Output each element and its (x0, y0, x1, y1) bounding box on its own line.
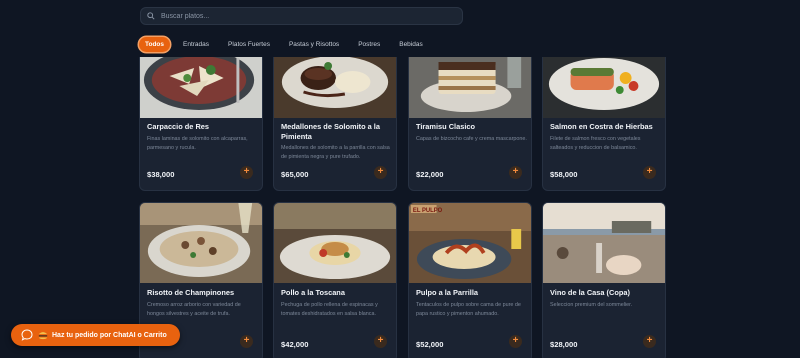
dish-image (274, 57, 396, 118)
tab-platos-fuertes[interactable]: Platos Fuertes (222, 37, 276, 52)
add-to-cart-button[interactable]: + (509, 335, 522, 348)
category-tabs: Todos Entradas Platos Fuertes Pastas y R… (139, 36, 429, 53)
dish-description: Pechuga de pollo rellena de espinacas y … (281, 302, 378, 317)
dish-card[interactable]: Carpaccio de Res Finas laminas de solomi… (139, 57, 263, 191)
dish-description: Tentaculos de pulpo sobre cama de pure d… (416, 302, 521, 317)
search-bar[interactable] (140, 7, 463, 25)
add-to-cart-button[interactable]: + (643, 335, 656, 348)
dish-image (274, 203, 396, 283)
dish-image (140, 57, 262, 118)
dish-description: Cremoso arroz arborio con variedad de ho… (147, 302, 241, 317)
dish-name: Carpaccio de Res (147, 122, 210, 131)
add-to-cart-button[interactable]: + (509, 166, 522, 179)
chat-order-button[interactable]: Haz tu pedido por ChatAI o Carrito (11, 324, 180, 346)
dish-image: EL PULPO (409, 203, 531, 283)
dish-description: Finas laminas de solomito con alcaparras… (147, 136, 248, 151)
dish-image (140, 203, 262, 283)
tab-postres[interactable]: Postres (352, 37, 386, 52)
food-icon (38, 332, 48, 340)
dish-name: Vino de la Casa (Copa) (550, 288, 630, 297)
dish-name: Pollo a la Toscana (281, 288, 345, 297)
dish-price: $28,000 (550, 340, 578, 349)
dish-card[interactable]: Tiramisu Clasico Capas de bizcocho cafe … (408, 57, 532, 191)
chat-order-label: Haz tu pedido por ChatAI o Carrito (52, 331, 167, 339)
dish-description: Capas de bizcocho cafe y crema mascarpon… (416, 136, 527, 142)
add-to-cart-button[interactable]: + (374, 166, 387, 179)
dish-description: Seleccion premium del sommelier. (550, 302, 633, 308)
tab-bebidas[interactable]: Bebidas (393, 37, 429, 52)
add-to-cart-button[interactable]: + (374, 335, 387, 348)
dish-name: Risotto de Champinones (147, 288, 235, 297)
dish-price: $42,000 (281, 340, 309, 349)
add-to-cart-button[interactable]: + (240, 166, 253, 179)
dish-card[interactable]: Pollo a la Toscana Pechuga de pollo rell… (273, 202, 397, 358)
tab-pastas-risottos[interactable]: Pastas y Risottos (283, 37, 345, 52)
search-input[interactable] (161, 12, 441, 20)
dish-card[interactable]: Medallones de Solomito a la Pimienta Med… (273, 57, 397, 191)
dish-price: $52,000 (416, 340, 444, 349)
dish-image (543, 203, 665, 283)
tab-entradas[interactable]: Entradas (177, 37, 215, 52)
dish-name: Pulpo a la Parrilla (416, 288, 479, 297)
dish-price: $22,000 (416, 170, 444, 179)
dish-card[interactable]: Salmon en Costra de Hierbas Filete de sa… (542, 57, 666, 191)
dish-image (409, 57, 531, 118)
menu-grid: Carpaccio de Res Finas laminas de solomi… (139, 57, 667, 358)
dish-price: $65,000 (281, 170, 309, 179)
pulpo-sign: EL PULPO (413, 208, 443, 214)
dish-name: Medallones de Solomito a la Pimienta (281, 122, 380, 141)
dish-name: Tiramisu Clasico (416, 122, 476, 131)
dish-description: Medallones de solomito a la parrilla con… (281, 145, 390, 160)
dish-image (543, 57, 665, 118)
add-to-cart-button[interactable]: + (643, 166, 656, 179)
chat-bubble-icon (21, 329, 33, 341)
dish-name: Salmon en Costra de Hierbas (550, 122, 653, 131)
dish-price: $38,000 (147, 170, 175, 179)
add-to-cart-button[interactable]: + (240, 335, 253, 348)
dish-card[interactable]: Vino de la Casa (Copa) Seleccion premium… (542, 202, 666, 358)
dish-description: Filete de salmon fresco con vegetales sa… (550, 136, 641, 151)
dish-card[interactable]: EL PULPO Pulpo a la Parrilla Tentaculos … (408, 202, 532, 358)
search-icon (147, 12, 155, 20)
tab-todos[interactable]: Todos (139, 37, 171, 52)
dish-price: $58,000 (550, 170, 578, 179)
